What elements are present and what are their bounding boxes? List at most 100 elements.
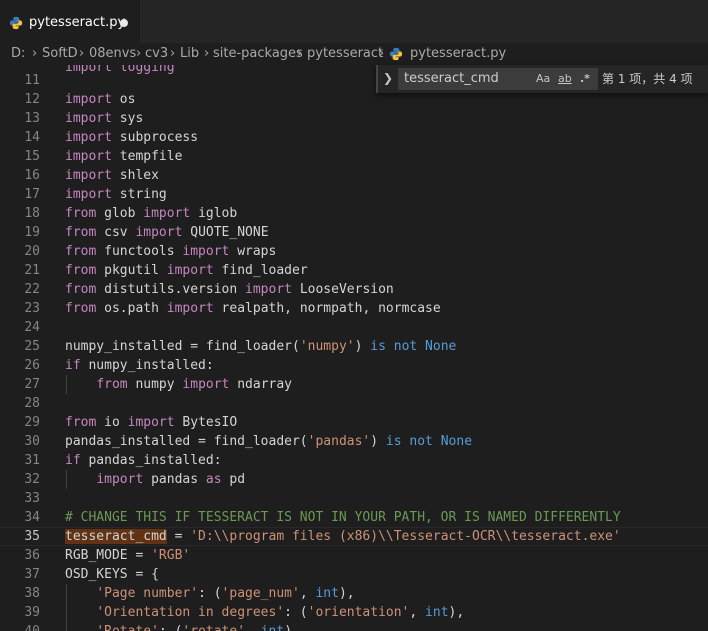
code-token: from — [65, 225, 97, 240]
breadcrumb-item-file[interactable]: pytesseract.py — [410, 43, 506, 65]
code-text: 'Page number': ('page_num', int), — [65, 584, 355, 603]
tab-pytesseract[interactable]: pytesseract.py — [0, 0, 140, 43]
line-number: 36 — [24, 548, 40, 563]
code-token: import — [135, 225, 183, 240]
code-token: 'D:\\program files (x86)\\Tesseract-OCR\… — [190, 529, 621, 544]
code-token: pandas_installed: — [80, 453, 222, 468]
code-line: 28 — [0, 394, 708, 413]
code-token: ), — [448, 605, 465, 620]
code-text: import os — [65, 90, 135, 109]
code-token: iglob — [190, 206, 238, 221]
breadcrumb-item-softd[interactable]: SoftD — [42, 43, 78, 65]
code-token: 'page_num' — [221, 586, 300, 601]
code-text: tesseract_cmd = 'D:\\program files (x86)… — [65, 527, 621, 546]
code-token: ), — [284, 624, 300, 631]
toggle-replace-chevron-icon[interactable]: ❯ — [383, 71, 393, 85]
code-token: RGB_MODE = — [65, 548, 152, 563]
breadcrumb-item-lib[interactable]: Lib — [180, 43, 199, 65]
code-text: if numpy_installed: — [65, 356, 214, 375]
code-token: if — [65, 453, 81, 468]
code-token: import — [182, 244, 230, 259]
code-token: QUOTE_NONE — [182, 225, 269, 240]
code-token: LooseVersion — [292, 282, 394, 297]
code-token: int — [315, 586, 339, 601]
code-text: from distutils.version import LooseVersi… — [65, 280, 394, 299]
code-token: ), — [338, 586, 355, 601]
code-token: shlex — [111, 168, 159, 183]
code-text: from functools import wraps — [65, 242, 276, 261]
code-line: 19 from csv import QUOTE_NONE — [0, 223, 708, 242]
code-token: wraps — [229, 244, 277, 259]
code-token: from — [65, 415, 97, 430]
code-token: pkgutil — [96, 263, 167, 278]
line-number: 23 — [24, 301, 40, 316]
code-token: io — [96, 415, 128, 430]
code-token: from — [65, 206, 97, 221]
breadcrumb-item-drive[interactable]: D: — [11, 43, 25, 65]
chevron-right-icon: › — [136, 46, 142, 61]
code-text: from pkgutil import find_loader — [65, 261, 308, 280]
code-token: # CHANGE THIS IF TESSERACT IS NOT IN YOU… — [65, 510, 621, 525]
code-token: realpath, normpath, normcase — [213, 301, 441, 316]
line-number: 37 — [24, 567, 40, 582]
code-text: RGB_MODE = 'RGB' — [65, 546, 190, 565]
line-number: 18 — [24, 206, 40, 221]
code-line: 34 # CHANGE THIS IF TESSERACT IS NOT IN Y… — [0, 508, 708, 527]
code-token: import — [182, 377, 230, 392]
breadcrumb-item-cv3[interactable]: cv3 — [145, 43, 168, 65]
code-token: = — [166, 529, 191, 544]
code-token: OSD_KEYS = { — [65, 567, 159, 582]
code-text: OSD_KEYS = { — [65, 565, 159, 584]
line-number: 26 — [24, 358, 40, 373]
code-token: import — [65, 168, 112, 183]
code-line: 24 — [0, 318, 708, 337]
line-number: 11 — [24, 73, 40, 88]
code-token: from — [65, 263, 97, 278]
code-token: ) — [354, 339, 371, 354]
code-text: from glob import iglob — [65, 204, 237, 223]
code-editor[interactable]: import logging 11 12 import os 13 import sys 1… — [0, 65, 708, 631]
code-text: import sys — [65, 109, 143, 128]
code-line: 35 tesseract_cmd = 'D:\\program files (x8… — [0, 527, 708, 546]
code-token: , — [245, 624, 261, 631]
breadcrumb-item-site-packages[interactable]: site-packages — [213, 43, 303, 65]
code-token: import — [166, 301, 214, 316]
line-number: 29 — [24, 415, 40, 430]
line-number: 16 — [24, 168, 40, 183]
code-token: import — [166, 263, 214, 278]
code-token: , — [299, 586, 316, 601]
regex-toggle[interactable]: .* — [580, 69, 590, 89]
code-text: from io import BytesIO — [65, 413, 237, 432]
code-token: import — [143, 206, 191, 221]
code-token: import — [127, 415, 175, 430]
unsaved-dot-icon[interactable] — [120, 19, 128, 27]
code-token: 'pandas' — [307, 434, 371, 449]
code-text: import subprocess — [65, 128, 198, 147]
code-token: sys — [111, 111, 144, 126]
whole-word-toggle[interactable]: ab — [558, 69, 572, 89]
line-number: 39 — [24, 605, 40, 620]
code-text: numpy_installed = find_loader('numpy') i… — [65, 337, 456, 356]
match-case-toggle[interactable]: Aa — [536, 69, 550, 89]
line-number: 12 — [24, 92, 40, 107]
line-number: 24 — [24, 320, 40, 335]
find-widget: ❯ tesseract_cmd Aa ab .* 第 1 项，共 4 项 — [376, 65, 708, 93]
breadcrumb-item-pytesseract[interactable]: pytesseract — [307, 43, 383, 65]
code-token: glob — [96, 206, 144, 221]
match-count: 第 1 项，共 4 项 — [602, 72, 693, 86]
line-number: 38 — [24, 586, 40, 601]
code-token: os.path — [96, 301, 167, 316]
code-text: pandas_installed = find_loader('pandas')… — [65, 432, 472, 451]
code-line: 37 OSD_KEYS = { — [0, 565, 708, 584]
code-token: BytesIO — [174, 415, 238, 430]
chevron-right-icon: › — [204, 46, 210, 61]
code-token: functools — [96, 244, 183, 259]
code-token: ) — [370, 434, 386, 449]
code-token: distutils.version — [96, 282, 246, 297]
code-line: 15 import tempfile — [0, 147, 708, 166]
breadcrumb-item-08envs[interactable]: 08envs — [89, 43, 136, 65]
